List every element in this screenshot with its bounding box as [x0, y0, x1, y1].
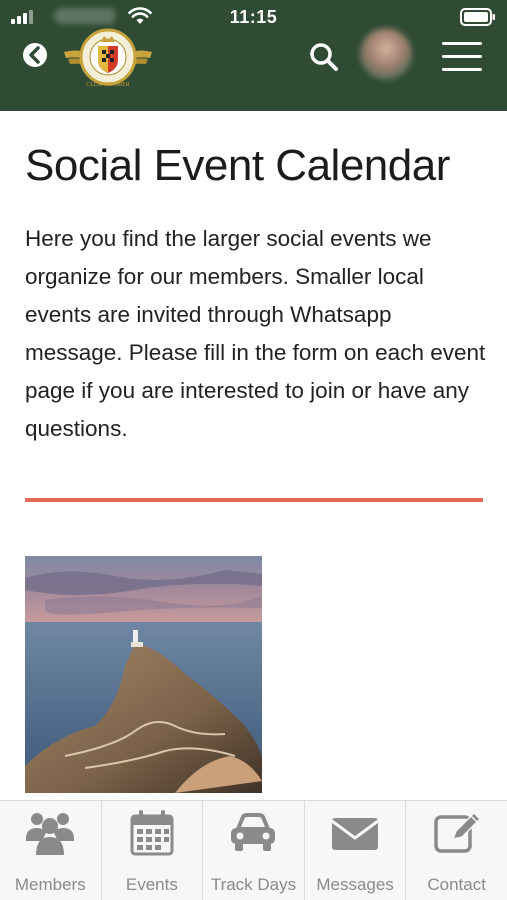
intro-text: Here you find the larger social events w… [25, 226, 486, 441]
bottom-navigation: Members Events Track Days Messages Conta… [0, 800, 507, 900]
club-logo[interactable]: CLUB MEMBER [60, 22, 156, 92]
nav-track-days[interactable]: Track Days [203, 801, 305, 900]
page-title: Social Event Calendar [25, 141, 450, 190]
app-header: 11:15 CLUB MEMBER [0, 0, 507, 111]
car-icon [231, 813, 276, 851]
nav-contact[interactable]: Contact [406, 801, 507, 900]
accent-divider [25, 498, 483, 502]
edit-icon [433, 811, 481, 853]
nav-track-days-label: Track Days [210, 875, 297, 894]
event-image-lighthouse[interactable] [25, 556, 262, 793]
nav-members-label: Members [14, 875, 86, 894]
nav-events[interactable]: Events [102, 801, 204, 900]
nav-messages-label: Messages [316, 875, 394, 894]
nav-contact-label: Contact [427, 875, 486, 894]
battery-icon [460, 8, 495, 26]
nav-events-label: Events [125, 875, 178, 894]
envelope-icon [331, 818, 379, 850]
members-icon [26, 813, 75, 855]
nav-members[interactable]: Members [0, 801, 102, 900]
back-icon[interactable] [22, 40, 48, 70]
nav-messages[interactable]: Messages [305, 801, 407, 900]
search-icon[interactable] [307, 40, 341, 74]
svg-text:CLUB MEMBER: CLUB MEMBER [86, 82, 130, 88]
hamburger-menu-icon[interactable] [440, 40, 484, 74]
calendar-icon [130, 810, 174, 856]
user-avatar[interactable] [360, 28, 412, 80]
